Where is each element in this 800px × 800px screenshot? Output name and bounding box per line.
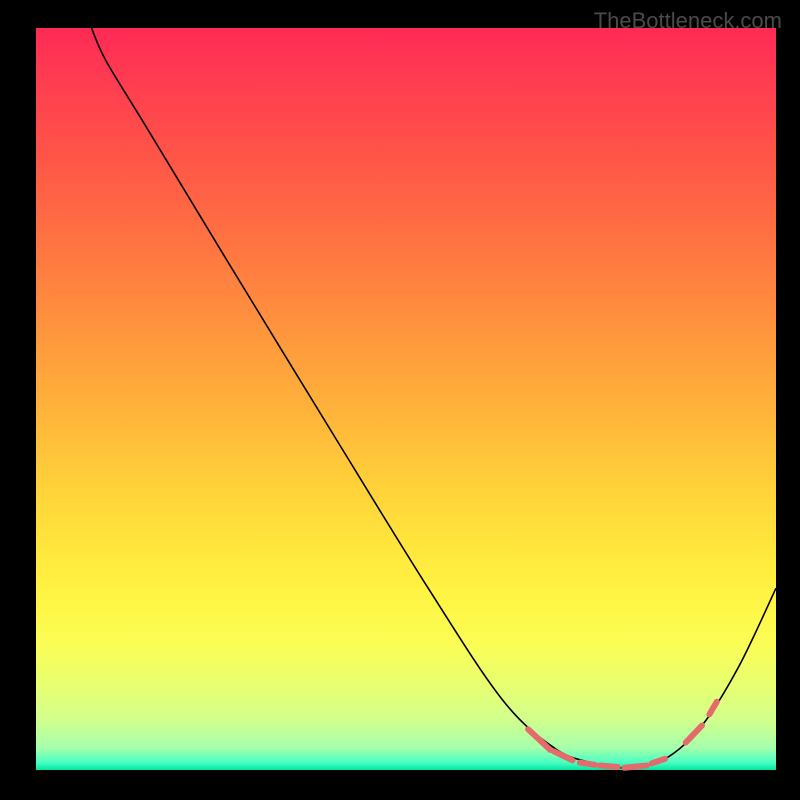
watermark-text: TheBottleneck.com [594,8,782,34]
plot-area [36,28,776,770]
trough-dash-segment [652,759,665,763]
trough-dash-segment [554,751,573,760]
trough-dash-segment [624,766,646,768]
trough-dash-segment [580,763,595,765]
trough-dash-segment [600,766,618,767]
trough-dashed-highlight [528,702,717,768]
trough-dash-segment [686,725,702,742]
curve-svg [36,28,776,770]
chart-root: TheBottleneck.com [0,0,800,800]
bottleneck-curve [92,28,777,768]
trough-dash-segment [709,702,716,715]
trough-dash-segment [528,729,550,750]
